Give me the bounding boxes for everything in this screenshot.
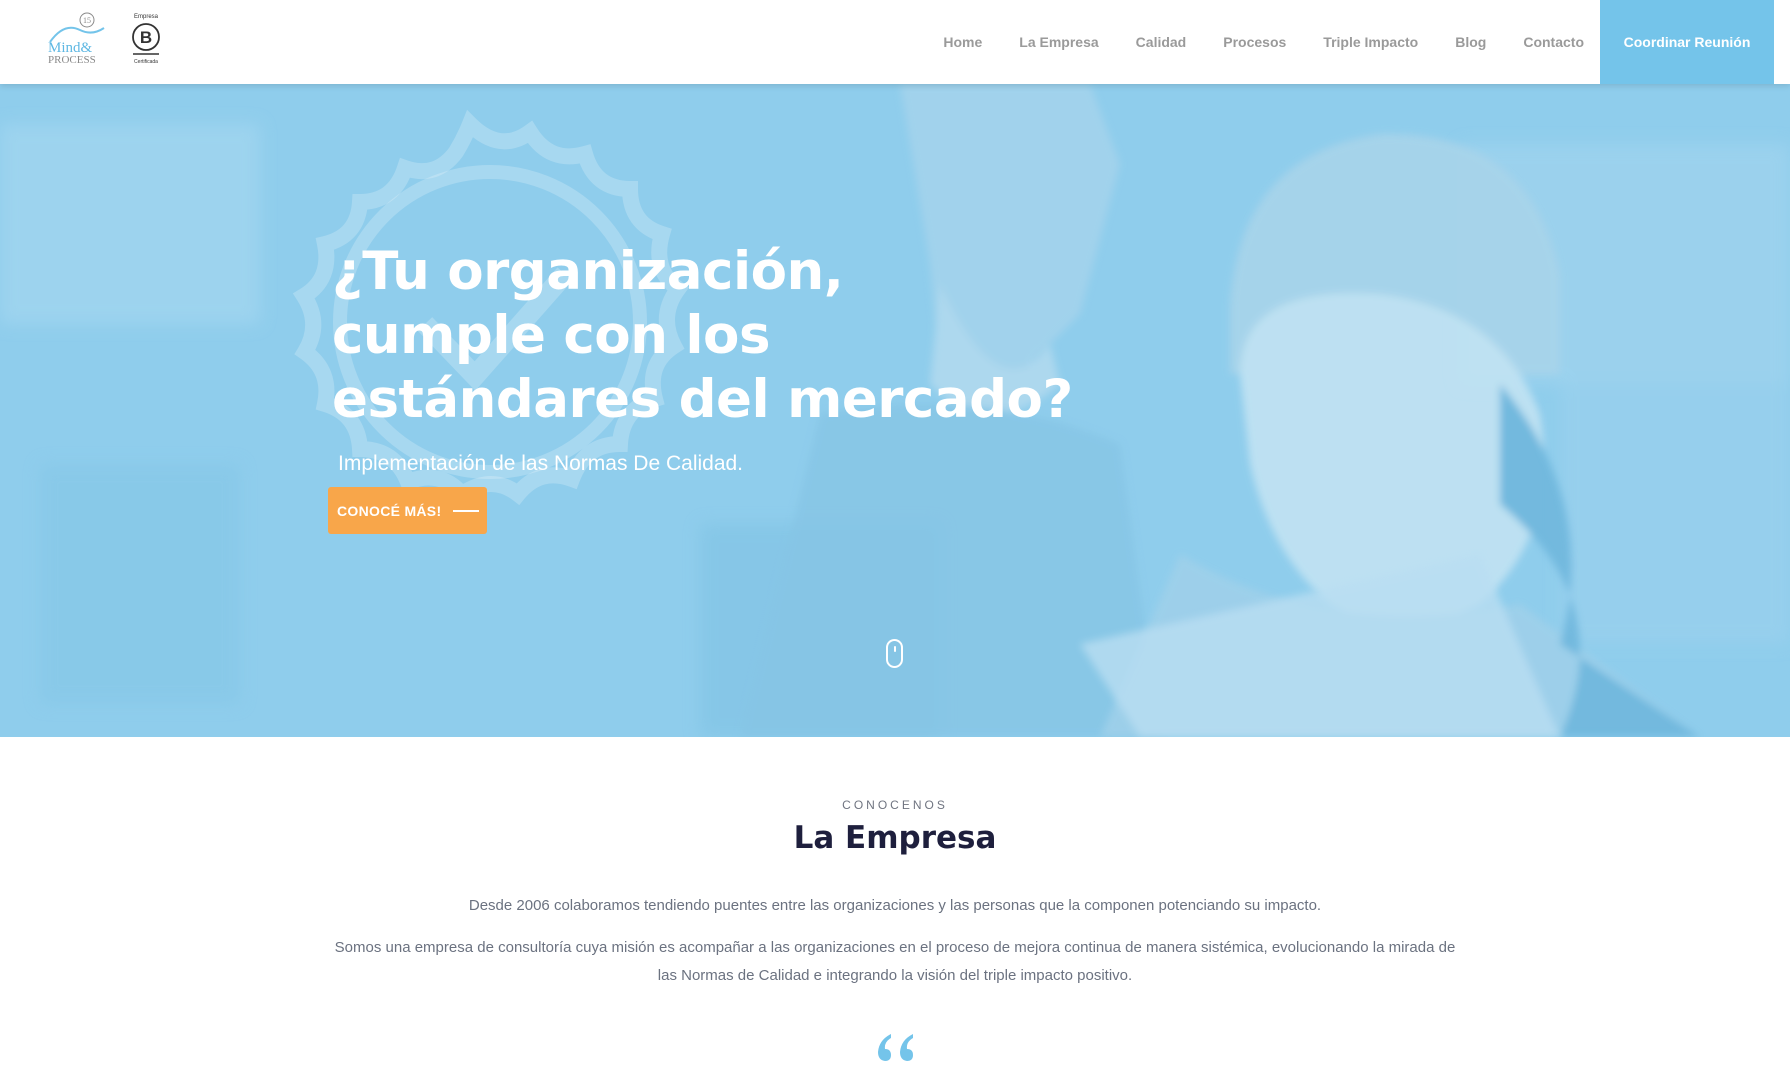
svg-text:Certificada: Certificada	[134, 59, 158, 65]
nav-blog[interactable]: Blog	[1455, 34, 1486, 50]
hero-section: ¿Tu organización, cumple con los estánda…	[0, 84, 1790, 737]
mind-process-logo[interactable]: 15 Mind& PROCESS	[48, 12, 108, 66]
nav-home[interactable]: Home	[943, 34, 982, 50]
main-nav: Home La Empresa Calidad Procesos Triple …	[906, 0, 1584, 84]
nav-la-empresa[interactable]: La Empresa	[1019, 34, 1098, 50]
hero-subtitle: Implementación de las Normas De Calidad.	[338, 452, 744, 475]
nav-contacto[interactable]: Contacto	[1523, 34, 1584, 50]
nav-calidad[interactable]: Calidad	[1136, 34, 1187, 50]
hero-title-line: cumple con los	[332, 305, 771, 366]
about-paragraph-1: Desde 2006 colaboramos tendiendo puentes…	[468, 897, 1322, 914]
site-header: 15 Mind& PROCESS Empresa B Certificada H…	[0, 0, 1790, 84]
about-paragraph-2: Somos una empresa de consultoría cuya mi…	[334, 939, 1456, 984]
conoce-mas-button[interactable]: CONOCÉ MÁS!	[328, 487, 487, 534]
b-corp-logo[interactable]: Empresa B Certificada	[128, 12, 164, 66]
hero-title-line: ¿Tu organización,	[332, 241, 844, 302]
svg-text:B: B	[140, 28, 152, 47]
quote-icon	[878, 1034, 913, 1061]
svg-text:PROCESS: PROCESS	[48, 54, 96, 66]
section-eyebrow: CONOCENOS	[842, 798, 948, 812]
hero-title: ¿Tu organización, cumple con los estánda…	[332, 240, 1073, 432]
coordinar-reunion-button[interactable]: Coordinar Reunión	[1600, 0, 1774, 84]
section-title: La Empresa	[793, 820, 997, 856]
arrow-line-icon	[453, 509, 480, 512]
conoce-mas-label: CONOCÉ MÁS!	[337, 502, 442, 519]
svg-text:Empresa: Empresa	[134, 14, 159, 20]
mouse-scroll-icon[interactable]	[886, 639, 903, 668]
nav-triple-impacto[interactable]: Triple Impacto	[1323, 34, 1418, 50]
mouse-wheel	[894, 646, 896, 652]
hero-title-line: estándares del mercado?	[332, 369, 1073, 430]
svg-text:15: 15	[83, 16, 91, 25]
nav-procesos[interactable]: Procesos	[1223, 34, 1286, 50]
